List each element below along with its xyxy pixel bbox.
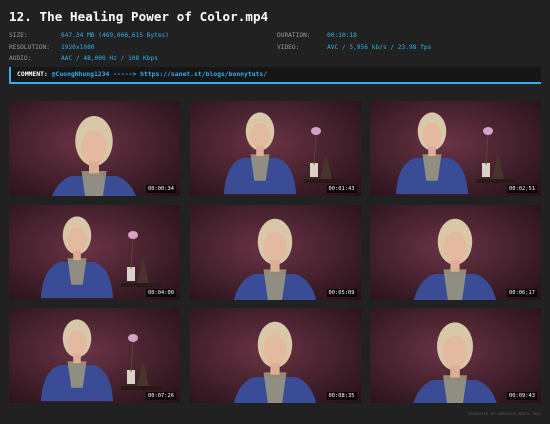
timestamp-label: 00:02:51 bbox=[507, 185, 537, 193]
speaker-figure bbox=[52, 116, 136, 196]
timestamp-label: 00:07:26 bbox=[146, 392, 176, 400]
speaker-figure bbox=[40, 215, 161, 298]
resolution-label: RESOLUTION: bbox=[9, 43, 50, 51]
vase-flowers bbox=[476, 127, 516, 183]
video-title: 12. The Healing Power of Color.mp4 bbox=[9, 9, 269, 24]
speaker-figure bbox=[223, 112, 344, 195]
duration-value: 00:10:18 bbox=[327, 32, 357, 39]
speaker-figure bbox=[233, 321, 316, 403]
thumbnail-grid: 00:00:34 00:01:43 00:02:51 00:04:00 00:0… bbox=[9, 101, 541, 403]
thumbnail-frame[interactable]: 00:07:26 bbox=[9, 308, 180, 403]
thumbnail-frame[interactable]: 00:02:51 bbox=[370, 101, 541, 196]
metadata-block: SIZE: 647.34 MB (469,066,615 Bytes) DURA… bbox=[9, 30, 541, 65]
audio-label: AUDIO: bbox=[9, 55, 32, 63]
vase-flowers bbox=[121, 334, 161, 390]
timestamp-label: 00:06:17 bbox=[507, 288, 537, 297]
speaker-figure bbox=[413, 322, 497, 403]
speaker-figure bbox=[413, 218, 497, 300]
thumbnail-frame[interactable]: 00:05:09 bbox=[189, 204, 361, 300]
timestamp-label: 00:08:35 bbox=[326, 392, 357, 400]
duration-label: DURATION: bbox=[277, 32, 311, 39]
speaker-figure bbox=[395, 112, 516, 195]
timestamp-label: 00:05:09 bbox=[326, 288, 357, 297]
vase-flowers bbox=[303, 127, 344, 183]
thumbnail-frame[interactable]: 00:06:17 bbox=[370, 204, 541, 300]
audio-value: AAC / 48,000 Hz / 108 Kbps bbox=[61, 55, 158, 63]
size-label: SIZE: bbox=[9, 32, 28, 39]
comment-text[interactable]: @CuongNhung1234 -----> https://sanet.st/… bbox=[52, 70, 267, 78]
thumbnail-frame[interactable]: 00:09:43 bbox=[370, 308, 541, 403]
timestamp-label: 00:00:34 bbox=[146, 185, 176, 193]
footer-credit: GENERATED BY ANDROIDS.MEDIA.TOOL bbox=[467, 411, 541, 416]
video-label: VIDEO: bbox=[277, 43, 300, 51]
resolution-value: 1920x1080 bbox=[61, 43, 95, 51]
thumbnail-frame[interactable]: 00:08:35 bbox=[189, 308, 361, 403]
comment-bar: COMMENT: @CuongNhung1234 -----> https://… bbox=[9, 67, 541, 84]
comment-label: COMMENT: bbox=[17, 70, 48, 78]
timestamp-label: 00:04:00 bbox=[146, 288, 176, 297]
video-value: AVC / 5,956 kb/s / 23.98 fps bbox=[327, 43, 432, 51]
timestamp-label: 00:09:43 bbox=[507, 392, 537, 400]
thumbnail-frame[interactable]: 00:00:34 bbox=[9, 101, 180, 196]
thumbnail-frame[interactable]: 00:01:43 bbox=[189, 101, 361, 196]
timestamp-label: 00:01:43 bbox=[326, 185, 357, 193]
thumbnail-frame[interactable]: 00:04:00 bbox=[9, 204, 180, 300]
speaker-figure bbox=[40, 319, 161, 402]
vase-flowers bbox=[121, 230, 161, 287]
speaker-figure bbox=[233, 218, 316, 300]
size-value: 647.34 MB (469,066,615 Bytes) bbox=[61, 32, 170, 39]
